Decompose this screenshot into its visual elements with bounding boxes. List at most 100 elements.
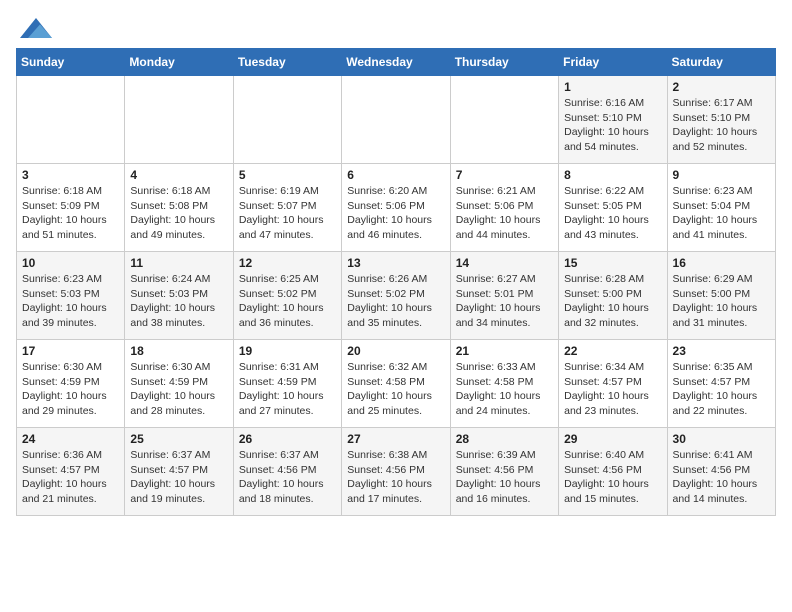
- day-number: 19: [239, 344, 336, 358]
- cell-info: Sunrise: 6:33 AM Sunset: 4:58 PM Dayligh…: [456, 360, 553, 419]
- calendar-cell: 10Sunrise: 6:23 AM Sunset: 5:03 PM Dayli…: [17, 252, 125, 340]
- logo-icon: [20, 18, 52, 38]
- cell-info: Sunrise: 6:17 AM Sunset: 5:10 PM Dayligh…: [673, 96, 770, 155]
- column-header-sunday: Sunday: [17, 49, 125, 76]
- day-number: 28: [456, 432, 553, 446]
- column-header-thursday: Thursday: [450, 49, 558, 76]
- calendar-cell: 28Sunrise: 6:39 AM Sunset: 4:56 PM Dayli…: [450, 428, 558, 516]
- calendar-cell: 3 Sunrise: 6:18 AM Sunset: 5:09 PM Daylig…: [17, 164, 125, 252]
- cell-info: Sunrise: 6:32 AM Sunset: 4:58 PM Dayligh…: [347, 360, 444, 419]
- day-number: 25: [130, 432, 227, 446]
- calendar-body: 1Sunrise: 6:16 AM Sunset: 5:10 PM Daylig…: [17, 76, 776, 516]
- calendar-cell: 19Sunrise: 6:31 AM Sunset: 4:59 PM Dayli…: [233, 340, 341, 428]
- column-header-saturday: Saturday: [667, 49, 775, 76]
- cell-info: Sunrise: 6:37 AM Sunset: 4:57 PM Dayligh…: [130, 448, 227, 507]
- cell-info: Sunrise: 6:30 AM Sunset: 4:59 PM Dayligh…: [22, 360, 119, 419]
- day-number: 5: [239, 168, 336, 182]
- cell-info: Sunrise: 6:35 AM Sunset: 4:57 PM Dayligh…: [673, 360, 770, 419]
- calendar-cell: 9 Sunrise: 6:23 AM Sunset: 5:04 PM Daylig…: [667, 164, 775, 252]
- day-number: 26: [239, 432, 336, 446]
- day-number: 22: [564, 344, 661, 358]
- day-number: 6: [347, 168, 444, 182]
- day-number: 8: [564, 168, 661, 182]
- cell-info: Sunrise: 6:22 AM Sunset: 5:05 PM Dayligh…: [564, 184, 661, 243]
- cell-info: Sunrise: 6:37 AM Sunset: 4:56 PM Dayligh…: [239, 448, 336, 507]
- cell-info: Sunrise: 6:29 AM Sunset: 5:00 PM Dayligh…: [673, 272, 770, 331]
- day-number: 4: [130, 168, 227, 182]
- cell-info: Sunrise: 6:24 AM Sunset: 5:03 PM Dayligh…: [130, 272, 227, 331]
- calendar-cell: 22Sunrise: 6:34 AM Sunset: 4:57 PM Dayli…: [559, 340, 667, 428]
- calendar-cell: 4 Sunrise: 6:18 AM Sunset: 5:08 PM Daylig…: [125, 164, 233, 252]
- day-number: 21: [456, 344, 553, 358]
- calendar-cell: 25 Sunrise: 6:37 AM Sunset: 4:57 PM Dayli…: [125, 428, 233, 516]
- calendar-cell: 24 Sunrise: 6:36 AM Sunset: 4:57 PM Dayli…: [17, 428, 125, 516]
- day-number: 10: [22, 256, 119, 270]
- cell-info: Sunrise: 6:18 AM Sunset: 5:08 PM Dayligh…: [130, 184, 227, 243]
- calendar-cell: [125, 76, 233, 164]
- cell-info: Sunrise: 6:23 AM Sunset: 5:04 PM Dayligh…: [673, 184, 770, 243]
- calendar-cell: 26 Sunrise: 6:37 AM Sunset: 4:56 PM Dayli…: [233, 428, 341, 516]
- day-number: 9: [673, 168, 770, 182]
- cell-info: Sunrise: 6:18 AM Sunset: 5:09 PM Dayligh…: [22, 184, 119, 243]
- calendar-cell: [233, 76, 341, 164]
- day-number: 18: [130, 344, 227, 358]
- cell-info: Sunrise: 6:27 AM Sunset: 5:01 PM Dayligh…: [456, 272, 553, 331]
- calendar-cell: 30 Sunrise: 6:41 AM Sunset: 4:56 PM Dayli…: [667, 428, 775, 516]
- cell-info: Sunrise: 6:38 AM Sunset: 4:56 PM Dayligh…: [347, 448, 444, 507]
- column-header-monday: Monday: [125, 49, 233, 76]
- header-row: SundayMondayTuesdayWednesdayThursdayFrid…: [17, 49, 776, 76]
- day-number: 20: [347, 344, 444, 358]
- page-header: [16, 16, 776, 38]
- calendar-cell: 14 Sunrise: 6:27 AM Sunset: 5:01 PM Dayli…: [450, 252, 558, 340]
- day-number: 27: [347, 432, 444, 446]
- calendar-cell: 17 Sunrise: 6:30 AM Sunset: 4:59 PM Dayli…: [17, 340, 125, 428]
- calendar-cell: 2Sunrise: 6:17 AM Sunset: 5:10 PM Daylig…: [667, 76, 775, 164]
- column-header-tuesday: Tuesday: [233, 49, 341, 76]
- day-number: 17: [22, 344, 119, 358]
- cell-info: Sunrise: 6:30 AM Sunset: 4:59 PM Dayligh…: [130, 360, 227, 419]
- calendar-cell: [17, 76, 125, 164]
- calendar-cell: 20 Sunrise: 6:32 AM Sunset: 4:58 PM Dayli…: [342, 340, 450, 428]
- cell-info: Sunrise: 6:21 AM Sunset: 5:06 PM Dayligh…: [456, 184, 553, 243]
- cell-info: Sunrise: 6:41 AM Sunset: 4:56 PM Dayligh…: [673, 448, 770, 507]
- calendar-cell: 23 Sunrise: 6:35 AM Sunset: 4:57 PM Dayli…: [667, 340, 775, 428]
- day-number: 14: [456, 256, 553, 270]
- calendar-week-0: 1Sunrise: 6:16 AM Sunset: 5:10 PM Daylig…: [17, 76, 776, 164]
- cell-info: Sunrise: 6:20 AM Sunset: 5:06 PM Dayligh…: [347, 184, 444, 243]
- calendar-cell: 1Sunrise: 6:16 AM Sunset: 5:10 PM Daylig…: [559, 76, 667, 164]
- day-number: 1: [564, 80, 661, 94]
- day-number: 13: [347, 256, 444, 270]
- cell-info: Sunrise: 6:25 AM Sunset: 5:02 PM Dayligh…: [239, 272, 336, 331]
- calendar-cell: 12 Sunrise: 6:25 AM Sunset: 5:02 PM Dayli…: [233, 252, 341, 340]
- calendar-cell: 21 Sunrise: 6:33 AM Sunset: 4:58 PM Dayli…: [450, 340, 558, 428]
- calendar-week-4: 24 Sunrise: 6:36 AM Sunset: 4:57 PM Dayli…: [17, 428, 776, 516]
- calendar-week-1: 3 Sunrise: 6:18 AM Sunset: 5:09 PM Daylig…: [17, 164, 776, 252]
- cell-info: Sunrise: 6:19 AM Sunset: 5:07 PM Dayligh…: [239, 184, 336, 243]
- cell-info: Sunrise: 6:40 AM Sunset: 4:56 PM Dayligh…: [564, 448, 661, 507]
- day-number: 11: [130, 256, 227, 270]
- day-number: 15: [564, 256, 661, 270]
- cell-info: Sunrise: 6:26 AM Sunset: 5:02 PM Dayligh…: [347, 272, 444, 331]
- logo: [16, 16, 52, 38]
- day-number: 3: [22, 168, 119, 182]
- calendar-cell: 8 Sunrise: 6:22 AM Sunset: 5:05 PM Daylig…: [559, 164, 667, 252]
- column-header-wednesday: Wednesday: [342, 49, 450, 76]
- calendar-cell: 6 Sunrise: 6:20 AM Sunset: 5:06 PM Daylig…: [342, 164, 450, 252]
- calendar-cell: [450, 76, 558, 164]
- calendar-cell: 29Sunrise: 6:40 AM Sunset: 4:56 PM Dayli…: [559, 428, 667, 516]
- calendar-cell: 11 Sunrise: 6:24 AM Sunset: 5:03 PM Dayli…: [125, 252, 233, 340]
- day-number: 24: [22, 432, 119, 446]
- calendar-cell: 15Sunrise: 6:28 AM Sunset: 5:00 PM Dayli…: [559, 252, 667, 340]
- day-number: 23: [673, 344, 770, 358]
- cell-info: Sunrise: 6:36 AM Sunset: 4:57 PM Dayligh…: [22, 448, 119, 507]
- day-number: 30: [673, 432, 770, 446]
- calendar-cell: 16Sunrise: 6:29 AM Sunset: 5:00 PM Dayli…: [667, 252, 775, 340]
- calendar-cell: 7 Sunrise: 6:21 AM Sunset: 5:06 PM Daylig…: [450, 164, 558, 252]
- calendar-table: SundayMondayTuesdayWednesdayThursdayFrid…: [16, 48, 776, 516]
- day-number: 7: [456, 168, 553, 182]
- day-number: 12: [239, 256, 336, 270]
- column-header-friday: Friday: [559, 49, 667, 76]
- calendar-cell: 18 Sunrise: 6:30 AM Sunset: 4:59 PM Dayli…: [125, 340, 233, 428]
- calendar-cell: 27 Sunrise: 6:38 AM Sunset: 4:56 PM Dayli…: [342, 428, 450, 516]
- calendar-cell: 5 Sunrise: 6:19 AM Sunset: 5:07 PM Daylig…: [233, 164, 341, 252]
